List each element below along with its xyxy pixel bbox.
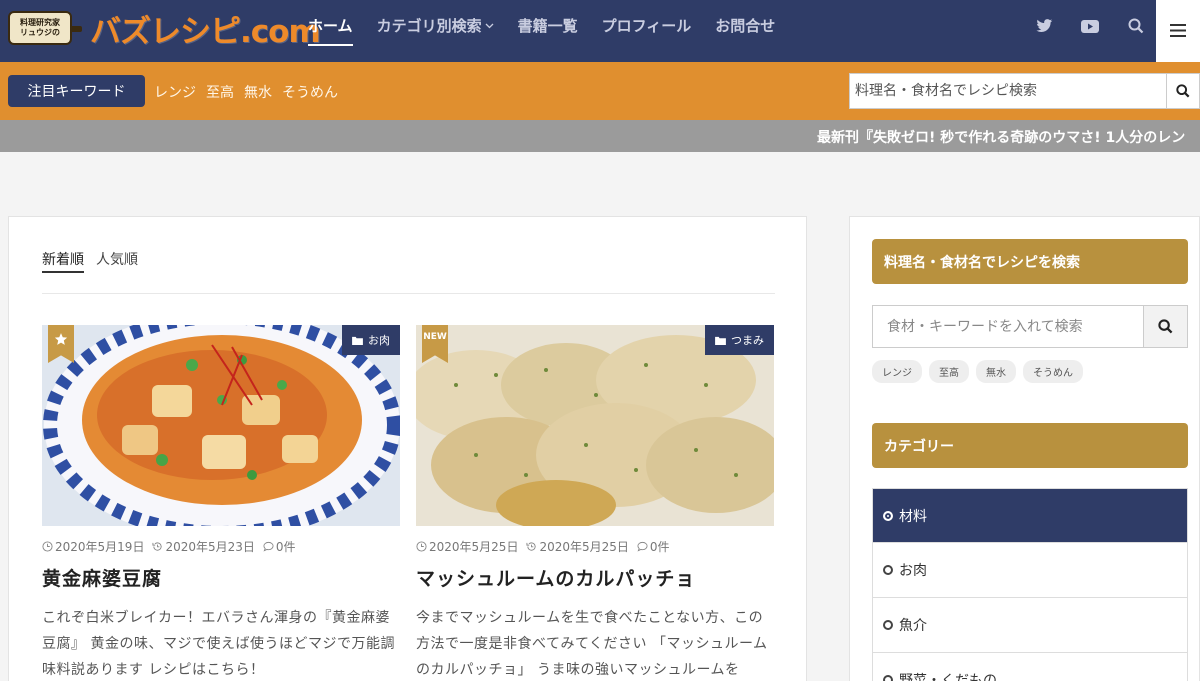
- header-search-button[interactable]: [1167, 73, 1200, 109]
- updated-date: 2020年5月23日: [152, 538, 255, 555]
- nav-books[interactable]: 書籍一覧: [518, 0, 578, 50]
- logo-pan-badge: 料理研究家 リュウジの: [8, 11, 82, 45]
- history-icon: [152, 542, 163, 551]
- nav-home[interactable]: ホーム: [308, 0, 353, 50]
- category-badge[interactable]: つまみ: [705, 325, 774, 355]
- keyword-links: レンジ 至高 無水 そうめん: [154, 82, 338, 102]
- circle-icon: [883, 565, 893, 575]
- published-date: 2020年5月25日: [416, 538, 518, 555]
- post-excerpt: これぞ白米ブレイカー！エバラさん渾身の『黄金麻婆豆腐』 黄金の味、マジで使えば使…: [42, 610, 395, 678]
- comment-count[interactable]: 0件: [637, 538, 670, 555]
- logo-text: バズレシピ.com: [90, 13, 321, 50]
- comment-count-text: 0件: [275, 540, 296, 554]
- recipe-search-heading: 料理名・食材名でレシピを検索: [872, 239, 1188, 284]
- category-item-label: 野菜・くだもの: [899, 673, 997, 681]
- nav-profile[interactable]: プロフィール: [602, 0, 692, 50]
- published-date-text: 2020年5月25日: [429, 540, 519, 554]
- category-badge[interactable]: お肉: [342, 325, 400, 355]
- sidebar-tag[interactable]: 至高: [929, 360, 969, 383]
- post-title[interactable]: マッシュルームのカルパッチョ: [416, 564, 774, 591]
- folder-icon: [715, 336, 726, 345]
- logo-badge-line1: 料理研究家: [20, 18, 60, 27]
- sidebar-search-form: [872, 305, 1188, 348]
- post-thumbnail-mushroom-carpaccio[interactable]: NEW つまみ: [416, 325, 774, 526]
- post-title[interactable]: 黄金麻婆豆腐: [42, 564, 400, 591]
- tab-newest[interactable]: 新着順: [42, 249, 84, 273]
- clock-icon: [416, 541, 427, 552]
- tab-popular[interactable]: 人気順: [96, 249, 138, 273]
- category-heading: カテゴリー: [872, 423, 1188, 468]
- menu-icon: [1170, 22, 1186, 41]
- history-icon: [526, 542, 537, 551]
- category-badge-label: つまみ: [731, 334, 764, 347]
- category-item-seafood[interactable]: 魚介: [872, 598, 1188, 653]
- sort-tabs: 新着順 人気順: [42, 249, 775, 294]
- keyword-link[interactable]: 無水: [244, 82, 272, 102]
- category-item-label: 魚介: [899, 618, 927, 634]
- sidebar: 料理名・食材名でレシピを検索 レンジ 至高 無水 そうめん カテゴリー 材料 お…: [849, 216, 1200, 681]
- clock-icon: [42, 541, 53, 552]
- news-ticker: 最新刊『失敗ゼロ! 秒で作れる奇跡のウマさ! 1人分のレン: [0, 120, 1200, 152]
- comment-count[interactable]: 0件: [263, 538, 296, 555]
- category-list: 材料 お肉 魚介 野菜・くだもの: [872, 488, 1188, 681]
- twitter-icon[interactable]: [1030, 13, 1058, 39]
- circle-icon: [883, 675, 893, 681]
- category-item-vegetables[interactable]: 野菜・くだもの: [872, 653, 1188, 681]
- sidebar-tag[interactable]: レンジ: [872, 360, 922, 383]
- keyword-link[interactable]: そうめん: [282, 82, 338, 102]
- circle-icon: [883, 620, 893, 630]
- folder-icon: [352, 336, 363, 345]
- sidebar-search-button[interactable]: [1144, 305, 1188, 348]
- logo-badge-line2: リュウジの: [20, 28, 60, 37]
- keyword-bar: 注目キーワード レンジ 至高 無水 そうめん: [0, 62, 1200, 120]
- keyword-link[interactable]: レンジ: [154, 82, 196, 102]
- updated-date-text: 2020年5月25日: [539, 540, 629, 554]
- keyword-link[interactable]: 至高: [206, 82, 234, 102]
- sidebar-tag[interactable]: そうめん: [1023, 360, 1083, 383]
- post-card[interactable]: お肉 2020年5月19日 2020年5月23日 0件 黄金麻婆豆腐 これぞ白米…: [42, 325, 400, 681]
- youtube-icon[interactable]: [1076, 13, 1104, 39]
- header-search-form: [849, 73, 1200, 109]
- category-item-meat[interactable]: お肉: [872, 543, 1188, 598]
- comment-count-text: 0件: [649, 540, 670, 554]
- main-nav: ホーム カテゴリ別検索 書籍一覧 プロフィール お問合せ: [296, 0, 787, 50]
- header-icons: [1030, 13, 1168, 39]
- post-thumbnail-mapo-tofu[interactable]: お肉: [42, 325, 400, 526]
- sidebar-tag[interactable]: 無水: [976, 360, 1016, 383]
- featured-keyword-label: 注目キーワード: [8, 75, 145, 107]
- search-icon: [1158, 319, 1173, 334]
- sidebar-tag-list: レンジ 至高 無水 そうめん: [872, 360, 1083, 383]
- category-badge-label: お肉: [368, 334, 390, 347]
- circle-icon: [883, 510, 893, 521]
- category-item-label: お肉: [899, 563, 927, 579]
- comment-icon: [263, 541, 274, 552]
- published-date: 2020年5月19日: [42, 538, 144, 555]
- comment-icon: [637, 541, 648, 552]
- nav-contact[interactable]: お問合せ: [715, 0, 775, 50]
- ticker-text[interactable]: 最新刊『失敗ゼロ! 秒で作れる奇跡のウマさ! 1人分のレン: [817, 127, 1185, 147]
- post-meta: 2020年5月25日 2020年5月25日 0件: [416, 538, 774, 555]
- nav-category-search[interactable]: カテゴリ別検索: [377, 0, 494, 50]
- post-card[interactable]: NEW つまみ 2020年5月25日 2020年5月25日 0件 マッシュルーム…: [416, 325, 774, 681]
- published-date-text: 2020年5月19日: [55, 540, 145, 554]
- category-item-ingredients[interactable]: 材料: [872, 488, 1188, 543]
- site-logo[interactable]: 料理研究家 リュウジの バズレシピ.com: [8, 8, 321, 50]
- site-header: 料理研究家 リュウジの バズレシピ.com ホーム カテゴリ別検索 書籍一覧 プ…: [0, 0, 1200, 62]
- post-excerpt: 今までマッシュルームを生で食べたことない方、この方法で一度是非食べてみてください…: [416, 610, 768, 678]
- post-list-card: 新着順 人気順 お肉 2020年5月19日 2020年5月23日 0件 黄金麻婆…: [8, 216, 807, 681]
- star-icon: [54, 333, 68, 345]
- search-icon: [1176, 84, 1190, 98]
- category-item-label: 材料: [899, 508, 927, 525]
- nav-category-search-label: カテゴリ別検索: [376, 16, 482, 35]
- post-meta: 2020年5月19日 2020年5月23日 0件: [42, 538, 400, 555]
- hamburger-menu-button[interactable]: [1156, 0, 1200, 62]
- updated-date: 2020年5月25日: [526, 538, 629, 555]
- updated-date-text: 2020年5月23日: [165, 540, 255, 554]
- sidebar-search-input[interactable]: [872, 305, 1144, 348]
- header-search-input[interactable]: [849, 73, 1167, 109]
- chevron-down-icon: [485, 19, 494, 32]
- search-icon[interactable]: [1122, 13, 1150, 39]
